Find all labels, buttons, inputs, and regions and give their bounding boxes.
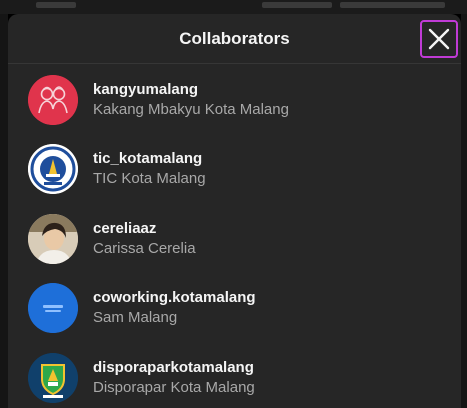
avatar[interactable] xyxy=(28,74,78,125)
collaborator-info: disporaparkotamalang Disporapar Kota Mal… xyxy=(93,358,255,398)
sam-logo-avatar-icon xyxy=(28,283,78,334)
collaborator-row-cereliaaz[interactable]: cereliaaz Carissa Cerelia xyxy=(8,204,461,274)
avatar[interactable] xyxy=(28,352,78,403)
close-button[interactable] xyxy=(420,20,458,58)
collaborator-row-kangyumalang[interactable]: kangyumalang Kakang Mbakyu Kota Malang xyxy=(8,65,461,135)
avatar[interactable] xyxy=(28,213,78,264)
collaborator-full-name: Kakang Mbakyu Kota Malang xyxy=(93,100,289,118)
collaborator-row-coworking-kotamalang[interactable]: coworking.kotamalang Sam Malang xyxy=(8,274,461,344)
background-text-fragment xyxy=(262,2,332,8)
collaborator-full-name: Disporapar Kota Malang xyxy=(93,378,255,396)
collaborator-full-name: Carissa Cerelia xyxy=(93,239,196,257)
couple-illustration-avatar-icon xyxy=(28,74,78,125)
collaborator-full-name: Sam Malang xyxy=(93,309,178,327)
dialog-title: Collaborators xyxy=(179,28,290,48)
disporapar-crest-avatar-icon xyxy=(28,352,78,403)
background-edge xyxy=(461,14,467,408)
collaborator-row-tic-kotamalang[interactable]: tic_kotamalang TIC Kota Malang xyxy=(8,135,461,205)
collaborator-username[interactable]: kangyumalang xyxy=(93,80,289,100)
collaborator-full-name: TIC Kota Malang xyxy=(93,170,206,188)
collaborators-dialog: Collaborators kangyumalang Kakang Mbakyu… xyxy=(8,14,461,408)
collaborator-info: tic_kotamalang TIC Kota Malang xyxy=(93,149,206,189)
close-icon xyxy=(428,28,450,50)
collaborator-info: kangyumalang Kakang Mbakyu Kota Malang xyxy=(93,80,289,120)
collaborator-username[interactable]: disporaparkotamalang xyxy=(93,358,255,378)
background-text-fragment xyxy=(36,2,76,8)
collaborator-info: coworking.kotamalang Sam Malang xyxy=(93,288,256,328)
person-photo-avatar-icon xyxy=(28,213,78,264)
collaborator-username[interactable]: tic_kotamalang xyxy=(93,149,206,169)
collaborator-username[interactable]: coworking.kotamalang xyxy=(93,288,256,308)
tic-emblem-avatar-icon xyxy=(28,144,78,195)
background-content xyxy=(0,0,467,14)
background-text-fragment xyxy=(340,2,445,8)
collaborators-list: kangyumalang Kakang Mbakyu Kota Malang t… xyxy=(8,65,461,408)
collaborator-info: cereliaaz Carissa Cerelia xyxy=(93,219,196,259)
avatar[interactable] xyxy=(28,144,78,195)
collaborator-row-disporaparkotamalang[interactable]: disporaparkotamalang Disporapar Kota Mal… xyxy=(8,343,461,408)
background-edge xyxy=(0,14,8,408)
collaborator-username[interactable]: cereliaaz xyxy=(93,219,196,239)
avatar[interactable] xyxy=(28,283,78,334)
dialog-header: Collaborators xyxy=(8,14,461,64)
